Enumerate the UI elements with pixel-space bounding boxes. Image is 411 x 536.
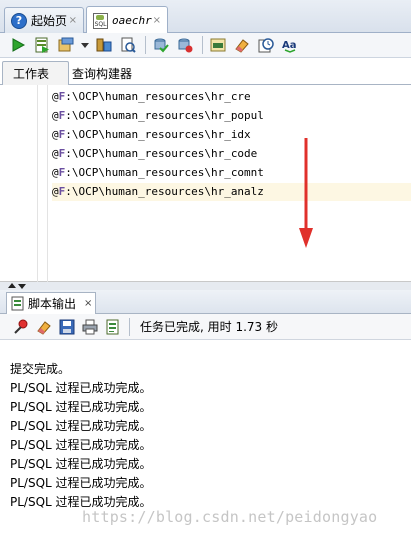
code-line-prefix: @ bbox=[52, 109, 59, 122]
tab-worksheet[interactable]: 工作表 bbox=[2, 61, 69, 85]
tab-script-output-label: 脚本输出 bbox=[28, 297, 77, 311]
output-line: PL/SQL 过程已成功完成。 bbox=[10, 400, 152, 414]
code-line-path: :\OCP\human_resources\hr_code bbox=[65, 147, 258, 160]
code-line-prefix: @ bbox=[52, 128, 59, 141]
code-line-path: :\OCP\human_resources\hr_comnt bbox=[65, 166, 264, 179]
editor-mode-tabs: 工作表 查询构建器 bbox=[0, 61, 411, 85]
help-icon: ? bbox=[11, 12, 27, 29]
output-line: PL/SQL 过程已成功完成。 bbox=[10, 457, 152, 471]
document-tab-bar: ? 起始页 × SQL oaechr × bbox=[0, 0, 411, 34]
tab-close-icon[interactable]: × bbox=[84, 298, 92, 309]
explain-plan-icon[interactable] bbox=[95, 36, 113, 54]
output-line: PL/SQL 过程已成功完成。 bbox=[10, 438, 152, 452]
print-icon[interactable] bbox=[81, 318, 99, 336]
tab-oaechr[interactable]: SQL oaechr × bbox=[86, 6, 168, 34]
code-line-path: :\OCP\human_resources\hr_cre bbox=[65, 90, 251, 103]
code-line-path: :\OCP\human_resources\hr_popul bbox=[65, 109, 264, 122]
tab-start-page-label: 起始页 bbox=[31, 14, 68, 28]
run-statement-icon[interactable] bbox=[9, 36, 27, 54]
autotrace-icon[interactable] bbox=[57, 36, 75, 54]
script-output-icon bbox=[11, 296, 24, 311]
format-case-icon[interactable]: Aa bbox=[281, 36, 299, 54]
script-icon[interactable] bbox=[104, 318, 122, 336]
unshared-sql-icon[interactable] bbox=[209, 36, 227, 54]
output-line: PL/SQL 过程已成功完成。 bbox=[10, 381, 152, 395]
code-line[interactable]: @F:\OCP\human_resources\hr_analz bbox=[52, 183, 411, 201]
svg-text:Aa: Aa bbox=[282, 40, 297, 51]
tab-close-icon[interactable]: × bbox=[69, 15, 77, 26]
sql-file-icon: SQL bbox=[93, 12, 108, 29]
rollback-icon[interactable] bbox=[176, 36, 194, 54]
panel-splitter[interactable] bbox=[0, 282, 411, 290]
code-line[interactable]: @F:\OCP\human_resources\hr_popul bbox=[52, 107, 411, 125]
output-line: PL/SQL 过程已成功完成。 bbox=[10, 476, 152, 490]
code-line-path: :\OCP\human_resources\hr_analz bbox=[65, 185, 264, 198]
output-line: PL/SQL 过程已成功完成。 bbox=[10, 419, 152, 433]
collapse-down-icon[interactable] bbox=[18, 284, 26, 289]
red-down-arrow-annotation bbox=[299, 138, 313, 248]
tab-close-icon[interactable]: × bbox=[153, 15, 161, 26]
toolbar-separator bbox=[145, 36, 146, 54]
code-line[interactable]: @F:\OCP\human_resources\hr_comnt bbox=[52, 164, 411, 182]
clear-icon[interactable] bbox=[233, 36, 251, 54]
tab-script-output[interactable]: 脚本输出 × bbox=[6, 292, 96, 314]
script-output-area[interactable]: 提交完成。 PL/SQL 过程已成功完成。 PL/SQL 过程已成功完成。 PL/SQ… bbox=[0, 341, 411, 536]
code-line[interactable]: @F:\OCP\human_resources\hr_cre bbox=[52, 88, 411, 106]
output-line: 提交完成。 bbox=[10, 362, 71, 376]
output-toolbar: 任务已完成, 用时 1.73 秒 bbox=[0, 314, 411, 340]
tab-start-page[interactable]: ? 起始页 × bbox=[4, 7, 84, 33]
sql-editor[interactable]: @F:\OCP\human_resources\hr_cre @F:\OCP\hu… bbox=[0, 85, 411, 282]
code-line-prefix: @ bbox=[52, 90, 59, 103]
sql-tuning-icon[interactable] bbox=[119, 36, 137, 54]
code-line-prefix: @ bbox=[52, 147, 59, 160]
pin-icon[interactable] bbox=[12, 318, 30, 336]
tab-query-builder[interactable]: 查询构建器 bbox=[70, 61, 150, 85]
commit-icon[interactable] bbox=[152, 36, 170, 54]
toolbar-separator bbox=[129, 317, 130, 336]
output-tab-bar: 脚本输出 × bbox=[0, 290, 411, 314]
tab-oaechr-label: oaechr bbox=[112, 14, 152, 27]
worksheet-toolbar: Aa bbox=[0, 33, 411, 58]
code-line-prefix: @ bbox=[52, 166, 59, 179]
code-folding-gutter bbox=[47, 85, 48, 282]
save-icon[interactable] bbox=[58, 318, 76, 336]
toolbar-separator bbox=[202, 36, 203, 54]
task-status-text: 任务已完成, 用时 1.73 秒 bbox=[140, 320, 278, 334]
line-number-gutter bbox=[37, 85, 38, 282]
code-line-path: :\OCP\human_resources\hr_idx bbox=[65, 128, 251, 141]
code-line-prefix: @ bbox=[52, 185, 59, 198]
watermark-text: https://blog.csdn.net/peidongyao bbox=[82, 508, 378, 526]
expand-up-icon[interactable] bbox=[8, 283, 16, 288]
eraser-icon[interactable] bbox=[35, 318, 53, 336]
code-line[interactable]: @F:\OCP\human_resources\hr_idx bbox=[52, 126, 411, 144]
code-line[interactable]: @F:\OCP\human_resources\hr_code bbox=[52, 145, 411, 163]
history-icon[interactable] bbox=[257, 36, 275, 54]
autotrace-dropdown-icon[interactable] bbox=[81, 42, 89, 48]
run-script-icon[interactable] bbox=[33, 36, 51, 54]
